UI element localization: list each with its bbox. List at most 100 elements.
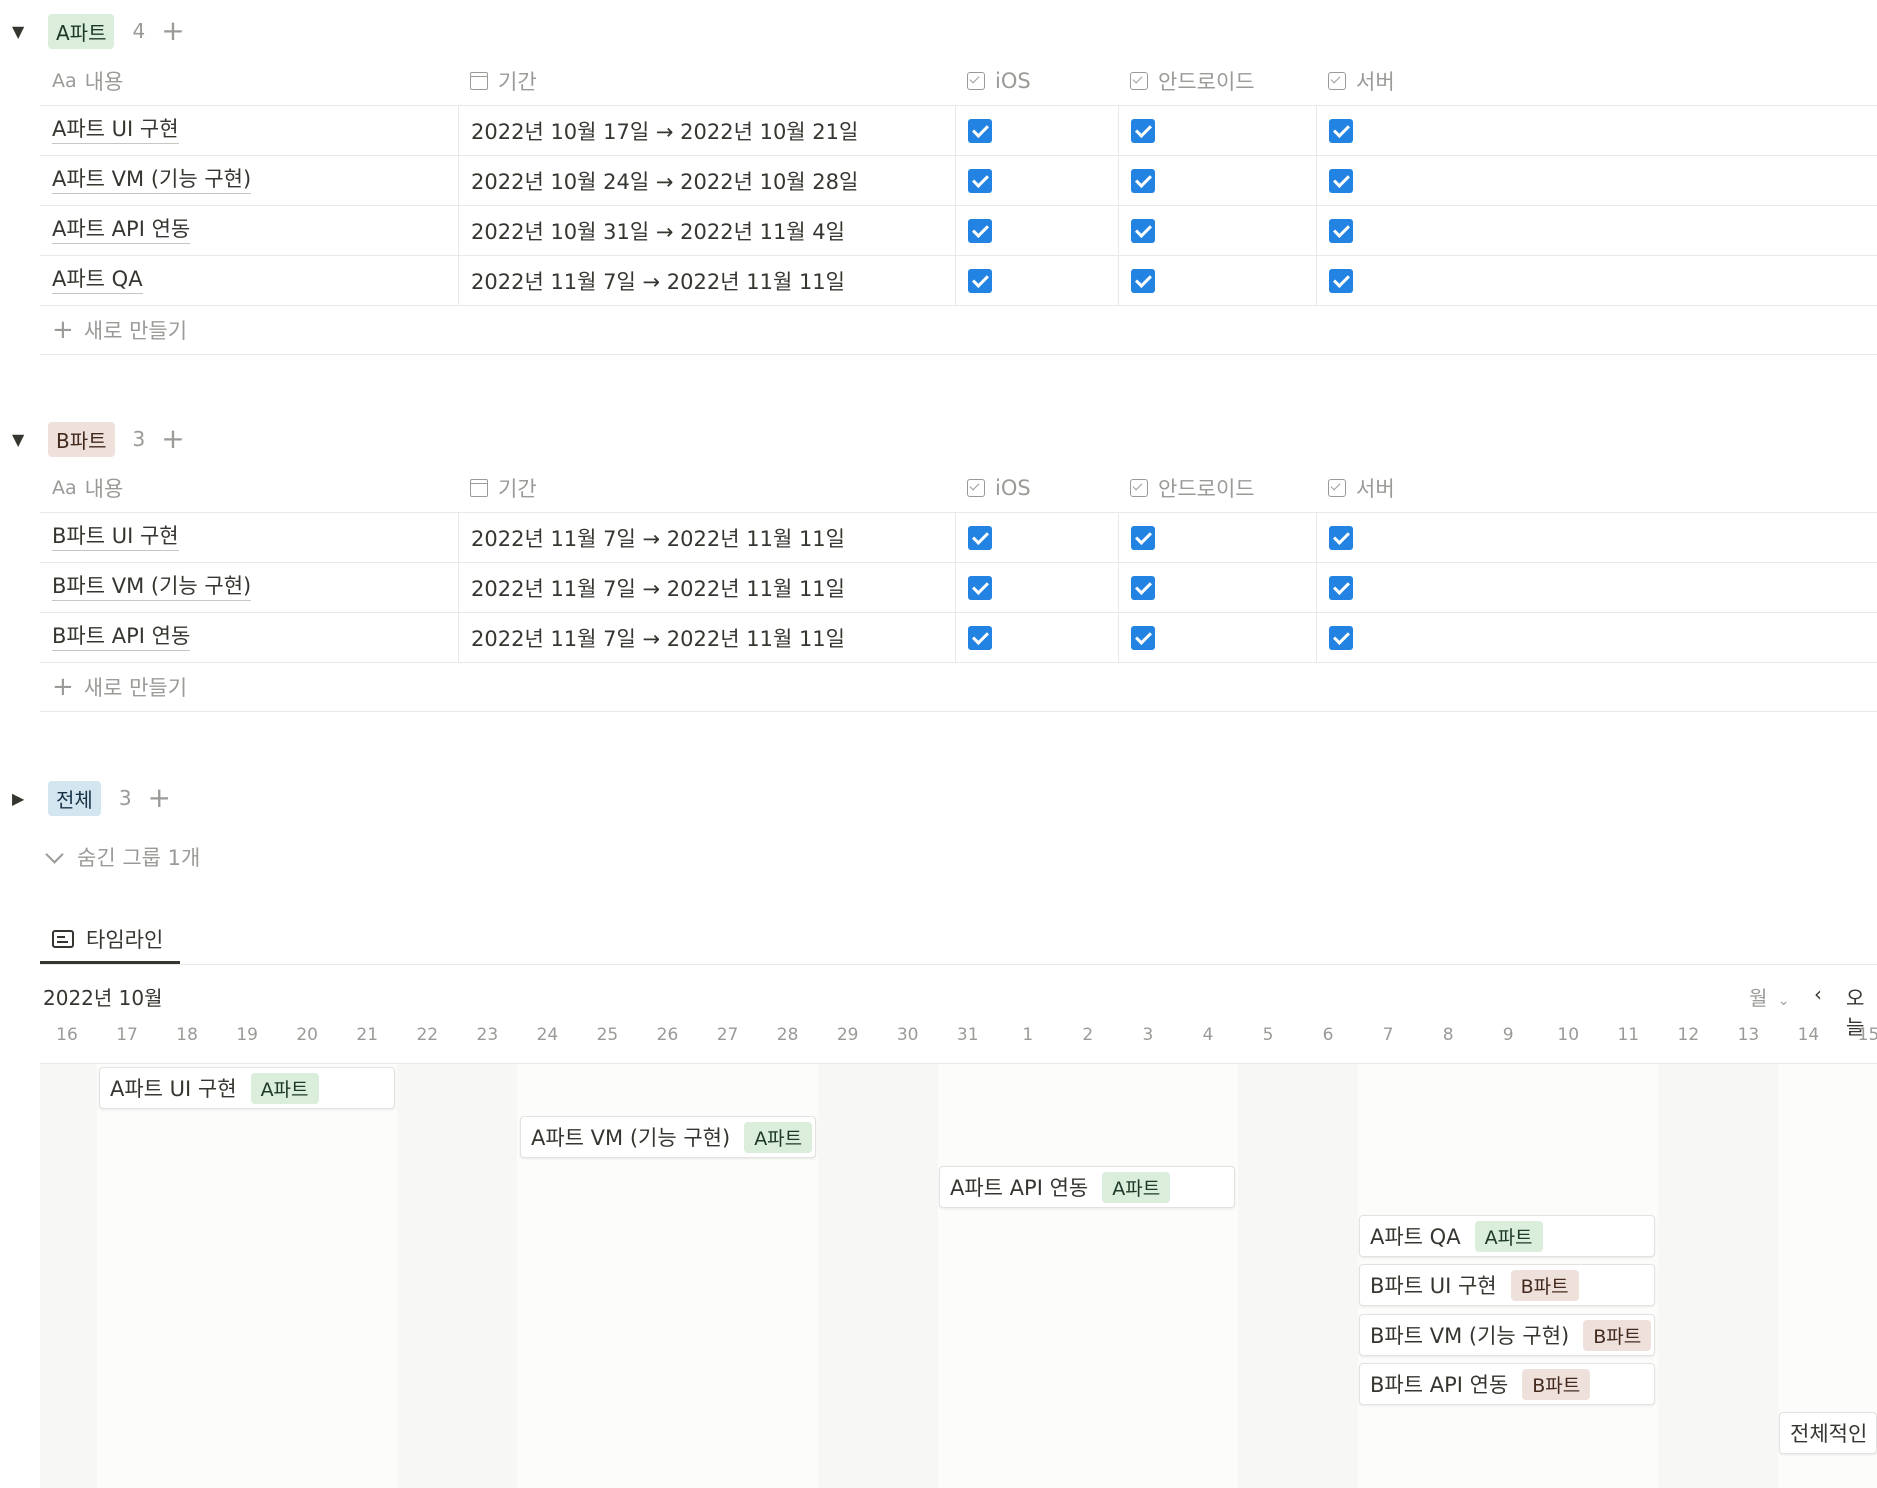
name-cell[interactable]: B파트 UI 구현 (40, 513, 458, 562)
day-label: 7 (1382, 1025, 1394, 1045)
server-checkbox[interactable] (1329, 525, 1353, 550)
chevron-down-icon: ⌄ (1777, 993, 1790, 1009)
timeline-card[interactable]: A파트 API 연동 A파트 (939, 1166, 1235, 1208)
date-cell[interactable]: 2022년 10월 31일 → 2022년 11월 4일 (458, 206, 955, 255)
name-cell[interactable]: A파트 API 연동 (40, 206, 458, 255)
ios-checkbox[interactable] (968, 168, 992, 193)
day-label: 18 (176, 1025, 198, 1045)
server-checkbox[interactable] (1329, 268, 1353, 293)
name-cell[interactable]: A파트 QA (40, 256, 458, 305)
date-cell[interactable]: 2022년 11월 7일 → 2022년 11월 11일 (458, 613, 955, 662)
day-label: 19 (236, 1025, 258, 1045)
android-checkbox[interactable] (1131, 218, 1155, 243)
column-header-date[interactable]: 기간 (458, 463, 955, 512)
table-header: Aa 내용 기간 iOS 안드로이드 서버 (40, 463, 1877, 513)
android-checkbox[interactable] (1131, 168, 1155, 193)
android-cell (1118, 106, 1316, 155)
table-row[interactable]: A파트 VM (기능 구현) 2022년 10월 24일 → 2022년 10월… (40, 156, 1877, 206)
column-header-android[interactable]: 안드로이드 (1118, 463, 1316, 512)
ios-checkbox[interactable] (968, 268, 992, 293)
divider (40, 964, 1877, 965)
day-label: 25 (596, 1025, 619, 1045)
date-cell[interactable]: 2022년 10월 17일 → 2022년 10월 21일 (458, 106, 955, 155)
column-header-server[interactable]: 서버 (1316, 463, 1877, 512)
server-checkbox[interactable] (1329, 575, 1353, 600)
table-row[interactable]: B파트 API 연동 2022년 11월 7일 → 2022년 11월 11일 (40, 613, 1877, 663)
column-header-name[interactable]: Aa 내용 (40, 463, 458, 512)
group-tag-b: B파트 (1510, 1269, 1579, 1301)
new-row-button[interactable]: + 새로 만들기 (40, 306, 1877, 355)
timeline-card[interactable]: B파트 VM (기능 구현) B파트 (1359, 1314, 1655, 1356)
day-label: 4 (1202, 1025, 1214, 1045)
timeline-card[interactable]: B파트 UI 구현 B파트 (1359, 1264, 1655, 1306)
column-header-name[interactable]: Aa 내용 (40, 56, 458, 105)
name-cell[interactable]: A파트 UI 구현 (40, 106, 458, 155)
day-label: 22 (416, 1025, 439, 1045)
tab-timeline[interactable]: 타임라인 (40, 916, 180, 964)
new-row-button[interactable]: + 새로 만들기 (40, 663, 1877, 712)
ios-checkbox[interactable] (968, 525, 992, 550)
day-column (1177, 1064, 1238, 1488)
date-cell[interactable]: 2022년 11월 7일 → 2022년 11월 11일 (458, 563, 955, 612)
timeline-card[interactable]: A파트 UI 구현 A파트 (99, 1067, 395, 1109)
date-cell[interactable]: 2022년 11월 7일 → 2022년 11월 11일 (458, 256, 955, 305)
server-cell (1316, 563, 1877, 612)
table-row[interactable]: A파트 API 연동 2022년 10월 31일 → 2022년 11월 4일 (40, 206, 1877, 256)
column-header-server[interactable]: 서버 (1316, 56, 1877, 105)
day-label: 2 (1082, 1025, 1094, 1045)
timeline-card[interactable]: A파트 QA A파트 (1359, 1215, 1655, 1257)
group-tag-a: A파트 (48, 13, 115, 49)
timeline-card[interactable]: A파트 VM (기능 구현) A파트 (520, 1116, 816, 1158)
server-checkbox[interactable] (1329, 118, 1353, 143)
hidden-groups-toggle[interactable]: 숨긴 그룹 1개 (45, 842, 200, 872)
name-cell[interactable]: B파트 API 연동 (40, 613, 458, 662)
ios-cell (955, 563, 1118, 612)
column-header-ios[interactable]: iOS (955, 463, 1118, 512)
table-row[interactable]: A파트 UI 구현 2022년 10월 17일 → 2022년 10월 21일 (40, 106, 1877, 156)
android-checkbox[interactable] (1131, 525, 1155, 550)
timeline-card[interactable]: B파트 API 연동 B파트 (1359, 1363, 1655, 1405)
ios-checkbox[interactable] (968, 575, 992, 600)
android-checkbox[interactable] (1131, 575, 1155, 600)
group-tag-a: A파트 (1102, 1171, 1171, 1203)
ios-checkbox[interactable] (968, 118, 992, 143)
expand-toggle-icon[interactable]: ▶ (12, 789, 32, 808)
table-row[interactable]: B파트 VM (기능 구현) 2022년 11월 7일 → 2022년 11월 … (40, 563, 1877, 613)
android-checkbox[interactable] (1131, 625, 1155, 650)
date-cell[interactable]: 2022년 11월 7일 → 2022년 11월 11일 (458, 513, 955, 562)
day-column (277, 1064, 338, 1488)
column-header-android[interactable]: 안드로이드 (1118, 56, 1316, 105)
table-row[interactable]: B파트 UI 구현 2022년 11월 7일 → 2022년 11월 11일 (40, 513, 1877, 563)
collapse-toggle-icon[interactable]: ▼ (12, 430, 32, 449)
ios-checkbox[interactable] (968, 625, 992, 650)
android-checkbox[interactable] (1131, 118, 1155, 143)
table-header: Aa 내용 기간 iOS 안드로이드 서버 (40, 56, 1877, 106)
group-header-a: ▼ A파트 4 + (12, 13, 185, 49)
timeline-card[interactable]: 전체적인 (1779, 1412, 1877, 1454)
server-cell (1316, 613, 1877, 662)
android-cell (1118, 613, 1316, 662)
name-cell[interactable]: B파트 VM (기능 구현) (40, 563, 458, 612)
add-icon[interactable]: + (148, 784, 171, 812)
collapse-toggle-icon[interactable]: ▼ (12, 22, 32, 41)
ios-checkbox[interactable] (968, 218, 992, 243)
group-tag-a: A파트 (250, 1072, 319, 1104)
group-count-b: 3 (132, 427, 146, 451)
server-checkbox[interactable] (1329, 168, 1353, 193)
ios-cell (955, 106, 1118, 155)
add-icon[interactable]: + (161, 425, 184, 453)
server-checkbox[interactable] (1329, 625, 1353, 650)
group-tag-b: B파트 (48, 421, 115, 457)
server-checkbox[interactable] (1329, 218, 1353, 243)
add-icon[interactable]: + (161, 17, 184, 45)
date-cell[interactable]: 2022년 10월 24일 → 2022년 10월 28일 (458, 156, 955, 205)
name-cell[interactable]: A파트 VM (기능 구현) (40, 156, 458, 205)
column-header-date[interactable]: 기간 (458, 56, 955, 105)
table-row[interactable]: A파트 QA 2022년 11월 7일 → 2022년 11월 11일 (40, 256, 1877, 306)
day-column (97, 1064, 158, 1488)
scale-dropdown[interactable]: 월 ⌄ (1749, 982, 1790, 1011)
column-header-ios[interactable]: iOS (955, 56, 1118, 105)
previous-icon[interactable]: ‹ (1814, 982, 1822, 1006)
day-label: 14 (1797, 1025, 1820, 1045)
android-checkbox[interactable] (1131, 268, 1155, 293)
